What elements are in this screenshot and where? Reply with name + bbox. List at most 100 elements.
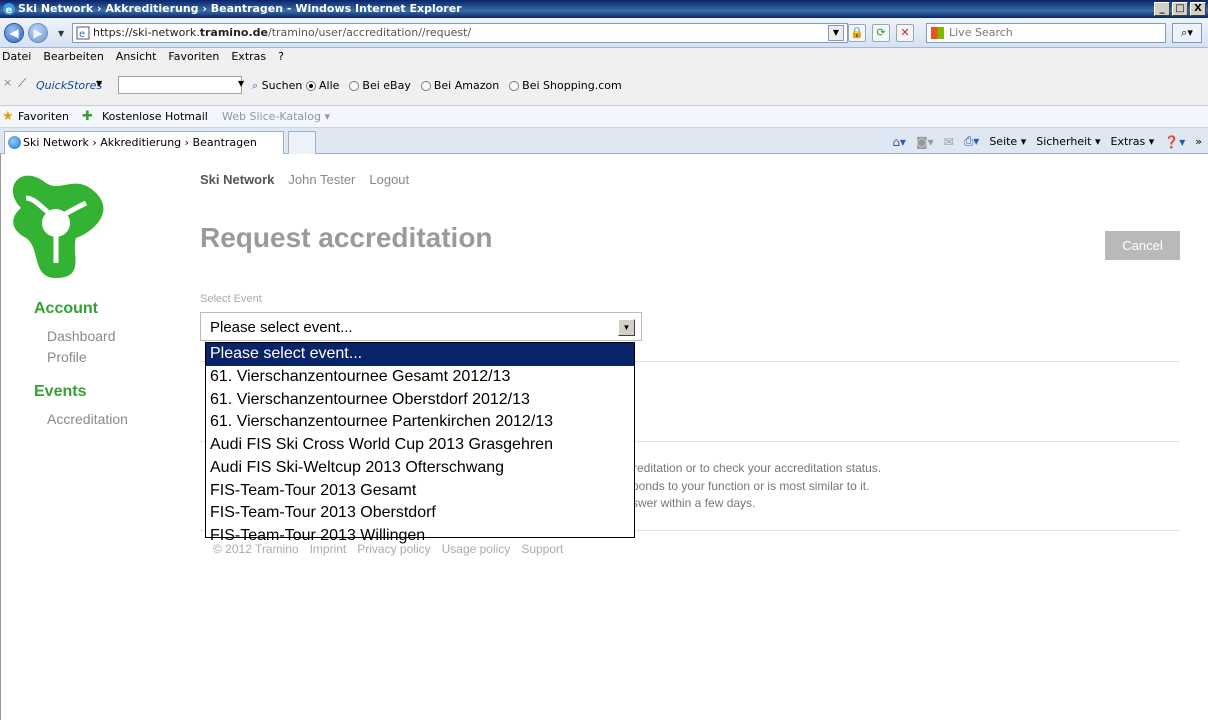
radio-dot: [420, 80, 431, 91]
sidebar-item-dashboard[interactable]: Dashboard: [47, 328, 116, 344]
window-titlebar: e Ski Network › Akkreditierung › Beantra…: [0, 0, 1208, 18]
radio-ebay[interactable]: Bei eBay: [349, 79, 411, 92]
refresh-icon[interactable]: ⟳: [872, 24, 890, 42]
menu-ansicht[interactable]: Ansicht: [116, 48, 157, 66]
menu-help[interactable]: ?: [278, 48, 284, 66]
tab-title: Ski Network › Akkreditierung › Beantrage…: [23, 136, 257, 149]
dropdown-option[interactable]: Please select event...: [206, 343, 634, 366]
quickstores-search-input[interactable]: [118, 76, 242, 94]
back-icon[interactable]: ◀: [4, 23, 24, 43]
live-search-input[interactable]: Live Search: [926, 23, 1166, 43]
url-prefix: https://ski-network.: [93, 26, 200, 39]
suchen-label: Suchen: [261, 79, 303, 92]
quickstores-toolbar: × ⟋ QuickStores ▼ ▼ ⌕ Suchen Alle Bei eB…: [0, 66, 1208, 106]
chevron-down-icon[interactable]: ▼: [618, 319, 635, 336]
event-select-value: Please select event...: [210, 319, 353, 336]
svg-text:e: e: [79, 29, 85, 40]
brand-link[interactable]: Ski Network: [200, 172, 274, 187]
select-event-label: Select Event: [200, 293, 262, 305]
quickstores-input-dropdown-icon[interactable]: ▼: [238, 79, 244, 88]
add-favorite-icon[interactable]: ✚: [82, 106, 93, 128]
sidebar-item-profile[interactable]: Profile: [47, 349, 87, 365]
dropdown-option[interactable]: FIS-Team-Tour 2013 Willingen: [206, 525, 634, 548]
radio-amazon[interactable]: Bei Amazon: [420, 79, 500, 92]
address-toolbar: ◀ ▶ ▼ e https://ski-network.tramino.de/t…: [0, 18, 1208, 48]
live-search-placeholder: Live Search: [949, 26, 1013, 39]
quickstores-label[interactable]: QuickStores: [36, 79, 102, 92]
feeds-icon[interactable]: ◙▾: [916, 135, 934, 149]
event-select[interactable]: Please select event... ▼: [200, 312, 642, 341]
top-nav: Ski Network John Tester Logout: [200, 172, 409, 187]
menu-datei[interactable]: Datei: [2, 48, 31, 66]
search-scope-radios: Alle Bei eBay Bei Amazon Bei Shopping.co…: [306, 79, 622, 92]
tab-active[interactable]: Ski Network › Akkreditierung › Beantrage…: [4, 131, 284, 154]
radio-dot: [306, 80, 316, 91]
stop-icon[interactable]: ✕: [896, 24, 914, 42]
favorites-button[interactable]: Favoriten: [18, 106, 69, 128]
dropdown-option[interactable]: 61. Vierschanzentournee Gesamt 2012/13: [206, 366, 634, 389]
page-title: Request accreditation: [200, 222, 493, 253]
radio-dot: [349, 80, 360, 91]
dropdown-option[interactable]: 61. Vierschanzentournee Oberstdorf 2012/…: [206, 389, 634, 412]
fav-link-hotmail[interactable]: Kostenlose Hotmail: [102, 106, 208, 128]
minimize-button[interactable]: _: [1154, 2, 1170, 16]
maximize-button[interactable]: □: [1172, 2, 1188, 16]
user-link[interactable]: John Tester: [288, 172, 355, 187]
magnifier-icon: ⌕: [252, 79, 259, 92]
seite-menu[interactable]: Seite ▾: [989, 135, 1026, 148]
svg-text:e: e: [6, 5, 13, 16]
command-bar: ⌂▾ ◙▾ ✉ ⎙▾ Seite ▾ Sicherheit ▾ Extras ▾…: [892, 134, 1202, 149]
print-icon[interactable]: ⎙▾: [964, 134, 980, 149]
favorites-star-icon[interactable]: ★: [2, 106, 14, 128]
new-tab-button[interactable]: [288, 131, 316, 154]
radio-label: Bei eBay: [362, 79, 411, 92]
live-search-logo-icon: [931, 27, 944, 39]
dropdown-option[interactable]: FIS-Team-Tour 2013 Oberstdorf: [206, 502, 634, 525]
radio-alle[interactable]: Alle: [306, 79, 339, 92]
menu-extras[interactable]: Extras: [231, 48, 266, 66]
sidebar-heading-events: Events: [34, 383, 87, 400]
url-path: /tramino/user/accreditation//request/: [267, 26, 472, 39]
quickstores-dropdown-icon[interactable]: ▼: [96, 79, 102, 88]
cancel-button[interactable]: Cancel: [1105, 231, 1180, 260]
radio-label: Bei Amazon: [433, 79, 500, 92]
quickstores-icon: ⟋: [18, 76, 27, 90]
ie-logo-icon: e: [3, 3, 15, 16]
dropdown-option[interactable]: Audi FIS Ski-Weltcup 2013 Ofterschwang: [206, 457, 634, 480]
favorites-bar: ★ Favoriten ✚ Kostenlose Hotmail Web Sli…: [0, 106, 1208, 128]
radio-label: Alle: [319, 79, 340, 92]
radio-label: Bei Shopping.com: [522, 79, 622, 92]
suchen-button[interactable]: ⌕ Suchen: [252, 79, 302, 93]
url-dropdown-icon[interactable]: ▼: [828, 25, 844, 41]
event-dropdown-list: Please select event... 61. Vierschanzent…: [205, 342, 635, 544]
mail-icon[interactable]: ✉: [944, 135, 954, 149]
search-go-icon[interactable]: ⌕▾: [1172, 23, 1202, 43]
close-window-button[interactable]: X: [1190, 2, 1206, 16]
dropdown-option[interactable]: FIS-Team-Tour 2013 Gesamt: [206, 480, 634, 503]
menu-favoriten[interactable]: Favoriten: [168, 48, 219, 66]
close-toolbar-icon[interactable]: ×: [3, 76, 12, 89]
forward-icon[interactable]: ▶: [28, 23, 48, 43]
sidebar-item-accreditation[interactable]: Accreditation: [47, 411, 128, 427]
radio-shopping[interactable]: Bei Shopping.com: [509, 79, 622, 92]
sicherheit-menu[interactable]: Sicherheit ▾: [1036, 135, 1100, 148]
info-text-line-2: ponds to your function or is most simila…: [632, 479, 870, 493]
home-icon[interactable]: ⌂▾: [892, 135, 906, 149]
info-text-line-1: ccreditation or to check your accreditat…: [621, 461, 882, 475]
lock-icon[interactable]: 🔒: [848, 24, 866, 42]
page-content: Ski Network John Tester Logout Request a…: [0, 154, 1208, 720]
history-dropdown-icon[interactable]: ▼: [58, 29, 64, 38]
sidebar-heading-account: Account: [34, 300, 98, 317]
help-icon[interactable]: ❓▾: [1164, 135, 1185, 149]
dropdown-option[interactable]: Audi FIS Ski Cross World Cup 2013 Grasge…: [206, 434, 634, 457]
tramino-logo[interactable]: [1, 168, 111, 278]
menu-bearbeiten[interactable]: Bearbeiten: [43, 48, 103, 66]
logout-link[interactable]: Logout: [369, 172, 409, 187]
tab-ie-icon: [8, 136, 21, 149]
extras-menu[interactable]: Extras ▾: [1111, 135, 1155, 148]
more-chevron-icon[interactable]: »: [1195, 135, 1202, 148]
dropdown-option[interactable]: 61. Vierschanzentournee Partenkirchen 20…: [206, 411, 634, 434]
fav-link-web-slice[interactable]: Web Slice-Katalog ▾: [222, 106, 330, 128]
radio-dot: [509, 80, 520, 91]
url-input[interactable]: e https://ski-network.tramino.de/tramino…: [72, 23, 848, 43]
